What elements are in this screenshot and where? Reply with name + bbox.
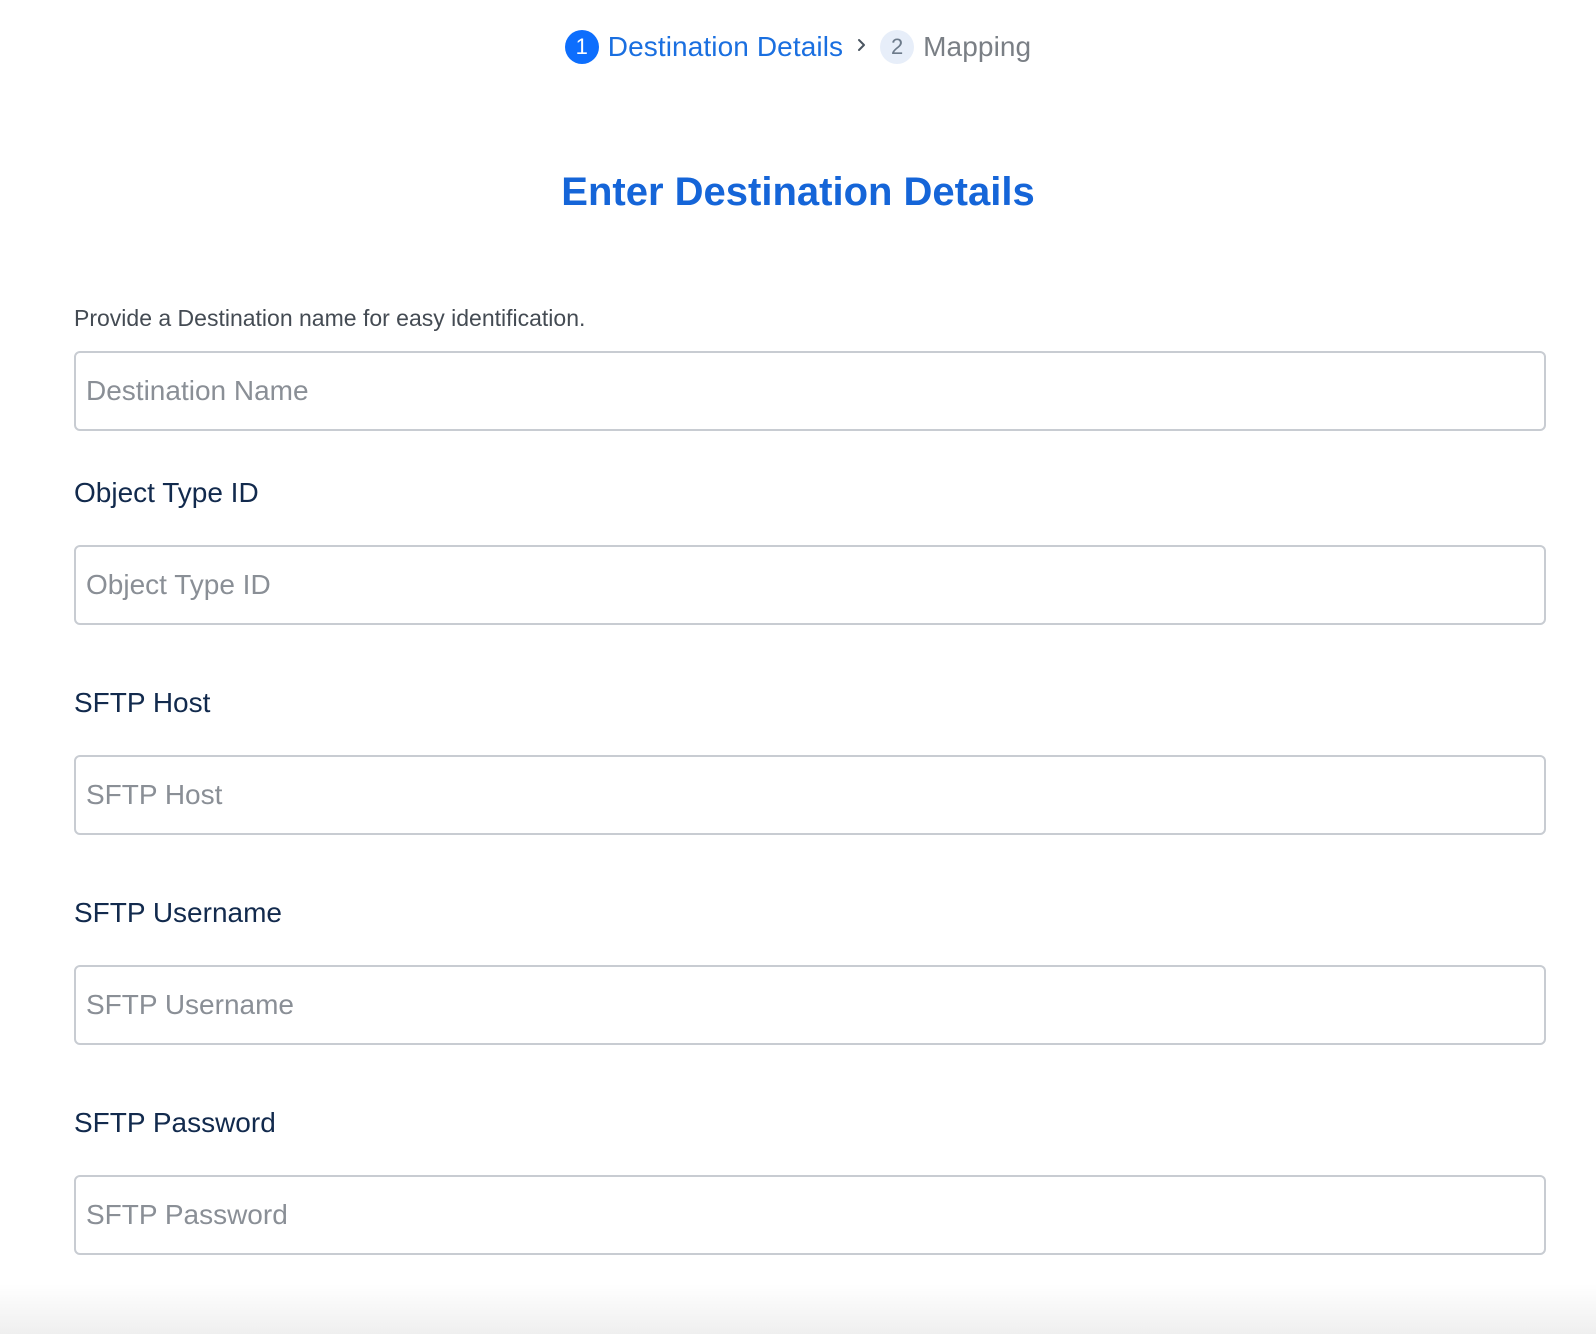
chevron-right-icon [847,30,877,60]
step-mapping[interactable]: 2 Mapping [880,30,1031,64]
sftp-username-label: SFTP Username [74,897,282,928]
page-title: Enter Destination Details [561,170,1035,214]
sftp-password-input[interactable] [74,1175,1546,1255]
sftp-username-input[interactable] [74,965,1546,1045]
step-label-mapping: Mapping [923,31,1032,62]
object-type-id-input[interactable] [74,545,1546,625]
sftp-host-input[interactable] [74,755,1546,835]
step-number-2: 2 [880,30,915,64]
bottom-scroll-shade [0,1284,1596,1334]
object-type-id-label: Object Type ID [74,477,259,508]
step-label-destination-details: Destination Details [607,31,844,62]
step-destination-details[interactable]: 1 Destination Details [564,30,844,64]
stepper: 1 Destination Details 2 Mapping [0,30,1596,64]
sftp-host-label: SFTP Host [74,687,211,718]
destination-name-helper-text: Provide a Destination name for easy iden… [74,305,586,331]
destination-name-input[interactable] [74,351,1546,431]
sftp-password-label: SFTP Password [74,1107,276,1138]
destination-setup-page: 1 Destination Details 2 Mapping Enter De… [0,0,1596,1334]
step-number-1: 1 [564,30,599,64]
